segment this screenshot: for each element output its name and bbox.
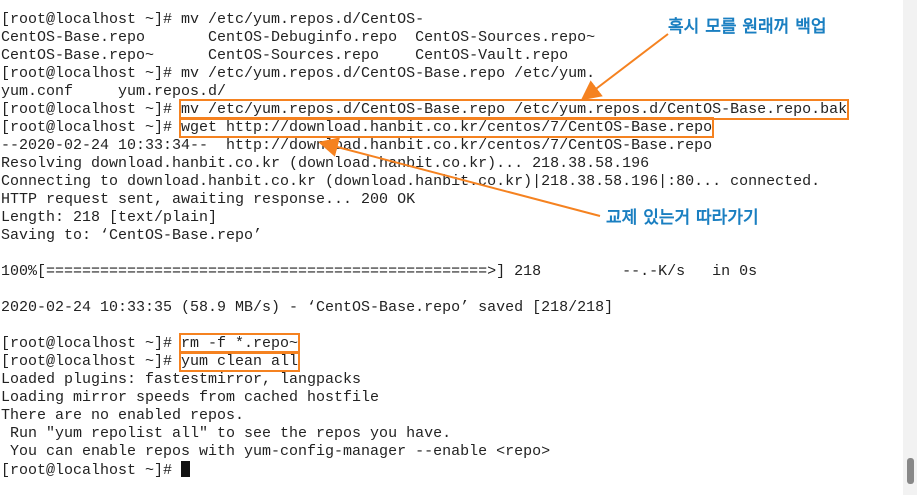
backup-note: 혹시 모를 원래꺼 백업 <box>668 17 827 37</box>
scrollbar[interactable] <box>903 0 917 495</box>
replace-note: 교제 있는거 따라가기 <box>606 208 759 228</box>
backup-arrow <box>580 33 669 101</box>
replace-arrow <box>318 137 601 217</box>
scrollbar-thumb[interactable] <box>907 458 914 484</box>
annotation-arrows <box>318 33 669 217</box>
